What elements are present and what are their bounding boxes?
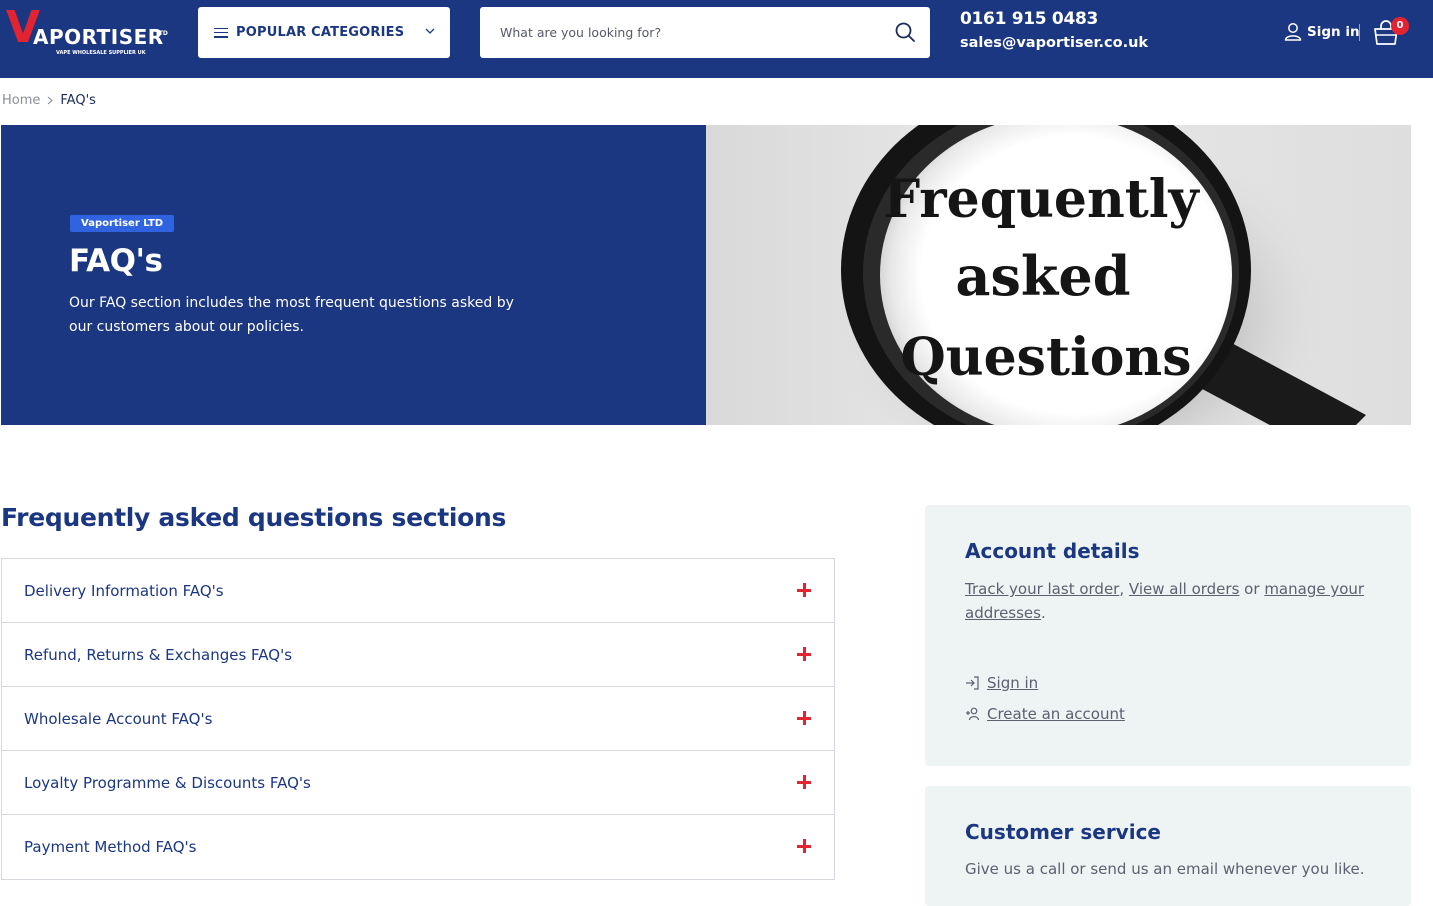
faq-item-label: Loyalty Programme & Discounts FAQ's — [24, 773, 311, 792]
create-account-label: Create an account — [987, 705, 1125, 723]
faq-item-payment[interactable]: Payment Method FAQ's — [2, 815, 834, 879]
page-title: FAQ's — [69, 243, 163, 279]
signin-label: Sign in — [1307, 23, 1360, 40]
customer-service-card: Customer service Give us a call or send … — [925, 786, 1411, 906]
popular-categories-button[interactable]: POPULAR CATEGORIES — [198, 7, 450, 58]
customer-service-title: Customer service — [965, 820, 1161, 844]
hero-description: Our FAQ section includes the most freque… — [69, 295, 514, 335]
track-order-link[interactable]: Track your last order — [965, 580, 1119, 598]
customer-service-text: Give us a call or send us an email whene… — [965, 860, 1365, 878]
faq-sections-title: Frequently asked questions sections — [1, 503, 507, 532]
account-details-card: Account details Track your last order, V… — [925, 505, 1411, 766]
plus-icon[interactable] — [796, 582, 812, 598]
phone-number[interactable]: 0161 915 0483 — [960, 9, 1098, 29]
popular-categories-label: POPULAR CATEGORIES — [236, 25, 405, 40]
site-header: V APORTISER LTD VAPE WHOLESALE SUPPLIER … — [0, 0, 1433, 78]
search-icon[interactable] — [894, 21, 916, 43]
faq-item-label: Delivery Information FAQ's — [24, 581, 224, 600]
comma-text: , — [1119, 580, 1125, 598]
sign-in-icon — [966, 676, 979, 690]
plus-icon[interactable] — [796, 646, 812, 662]
faq-item-refunds[interactable]: Refund, Returns & Exchanges FAQ's — [2, 623, 834, 687]
chevron-right-icon — [48, 96, 54, 105]
cart-count-badge: 0 — [1391, 17, 1409, 35]
account-details-title: Account details — [965, 539, 1140, 563]
faq-item-label: Wholesale Account FAQ's — [24, 709, 213, 728]
logo-tagline: VAPE WHOLESALE SUPPLIER UK — [56, 50, 146, 56]
faq-item-loyalty[interactable]: Loyalty Programme & Discounts FAQ's — [2, 751, 834, 815]
hero-image: Frequently asked Questions — [706, 125, 1411, 425]
search-input[interactable] — [500, 7, 880, 58]
image-word-1: Frequently — [883, 169, 1200, 230]
plus-icon[interactable] — [796, 774, 812, 790]
vaportiser-logo[interactable]: V APORTISER LTD VAPE WHOLESALE SUPPLIER … — [6, 6, 176, 62]
logo-word: APORTISER — [33, 25, 164, 49]
breadcrumb-current: FAQ's — [60, 93, 96, 108]
or-text: or — [1244, 580, 1260, 598]
account-links: Track your last order, View all orders o… — [965, 577, 1385, 625]
logo-ltd: LTD — [156, 30, 168, 37]
breadcrumb-home-link[interactable]: Home — [2, 93, 40, 108]
faq-accordion: Delivery Information FAQ's Refund, Retur… — [1, 558, 835, 880]
user-icon — [1284, 23, 1302, 41]
card-signin-link[interactable]: Sign in — [965, 674, 1038, 692]
create-account-link[interactable]: Create an account — [965, 705, 1125, 723]
plus-icon[interactable] — [796, 710, 812, 726]
header-signin-link[interactable]: Sign in — [1284, 22, 1360, 41]
faq-item-wholesale[interactable]: Wholesale Account FAQ's — [2, 687, 834, 751]
email-address[interactable]: sales@vaportiser.co.uk — [960, 35, 1148, 51]
search-bar — [480, 7, 930, 58]
add-user-icon — [966, 707, 980, 721]
faq-item-delivery[interactable]: Delivery Information FAQ's — [2, 559, 834, 623]
period-text: . — [1040, 604, 1046, 622]
magnifying-glass-image: Frequently asked Questions — [831, 125, 1366, 425]
breadcrumb: Home FAQ's — [2, 93, 96, 108]
menu-icon — [214, 27, 228, 38]
plus-icon[interactable] — [796, 838, 812, 854]
faq-item-label: Refund, Returns & Exchanges FAQ's — [24, 645, 293, 664]
chevron-down-icon — [425, 28, 435, 34]
image-word-2: asked — [956, 244, 1131, 308]
signin-label: Sign in — [987, 674, 1039, 692]
image-word-3: Questions — [900, 327, 1191, 388]
hero-badge: Vaportiser LTD — [70, 215, 175, 232]
faq-item-label: Payment Method FAQ's — [24, 838, 197, 856]
view-orders-link[interactable]: View all orders — [1129, 580, 1239, 598]
header-divider — [1359, 24, 1360, 41]
hero-banner: Vaportiser LTD FAQ's Our FAQ section inc… — [1, 125, 706, 425]
